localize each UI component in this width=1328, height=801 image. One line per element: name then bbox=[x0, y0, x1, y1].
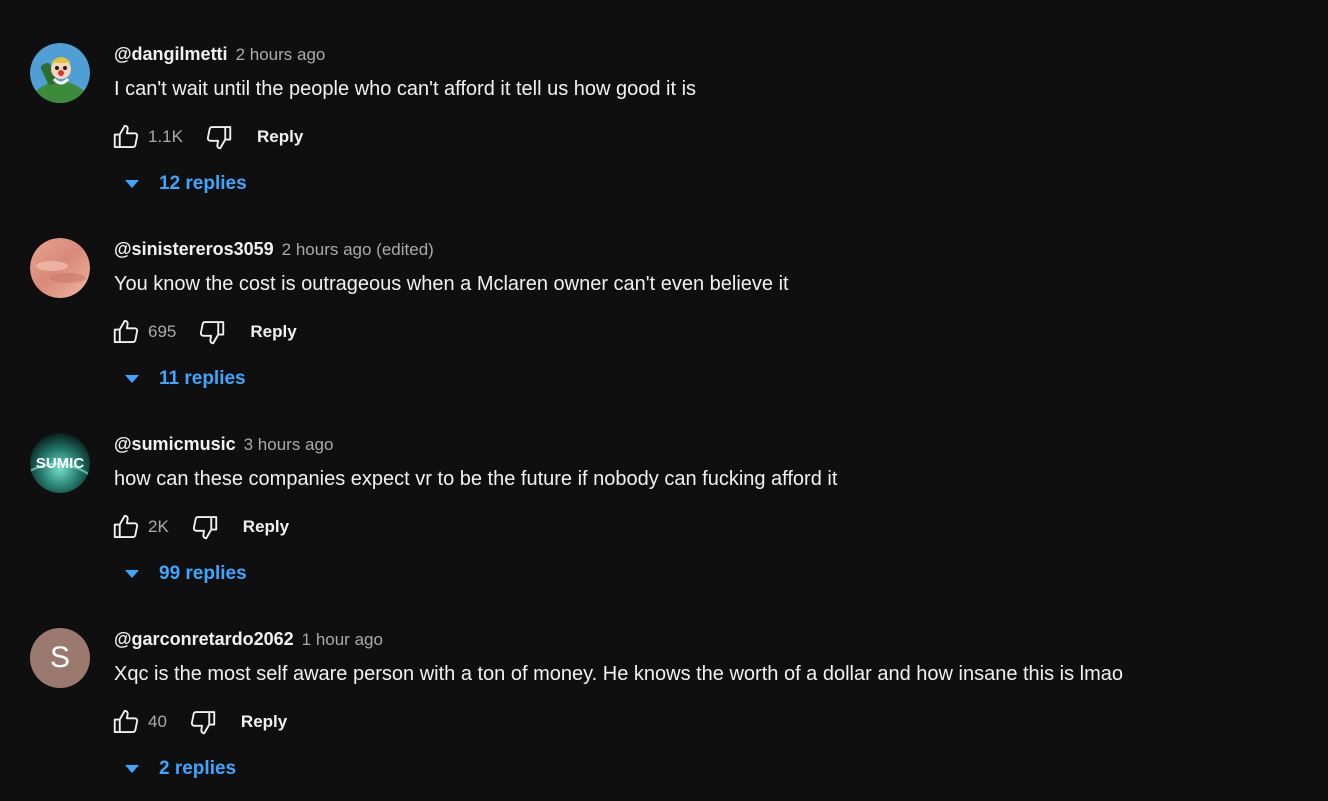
reply-button[interactable]: Reply bbox=[241, 712, 287, 732]
caret-down-icon bbox=[120, 562, 144, 586]
view-replies-button[interactable]: 12 replies bbox=[120, 172, 247, 196]
thumbs-down-icon bbox=[192, 516, 217, 540]
comment-actions: 1.1K Reply bbox=[110, 121, 303, 153]
thumbs-down-icon bbox=[190, 711, 216, 735]
caret-down-icon bbox=[120, 757, 144, 781]
comment-text: I can't wait until the people who can't … bbox=[114, 78, 697, 100]
comment-text: You know the cost is outrageous when a M… bbox=[114, 273, 789, 295]
replies-count-label: 2 replies bbox=[159, 758, 237, 779]
comment-thread: @dangilmetti 2 hours ago I can't wait un… bbox=[0, 0, 1328, 195]
avatar[interactable]: S bbox=[30, 628, 90, 688]
comment-timestamp[interactable]: 1 hour ago bbox=[302, 630, 383, 649]
avatar-letter: S bbox=[49, 641, 70, 674]
dislike-button[interactable] bbox=[187, 706, 219, 738]
comment-thread: SUMIC @sumicmusic 3 hours ago how can th… bbox=[0, 390, 1328, 585]
like-button[interactable] bbox=[110, 121, 142, 153]
comment-timestamp[interactable]: 2 hours ago bbox=[236, 45, 326, 64]
comment-actions: 2K Reply bbox=[110, 511, 289, 543]
comment-timestamp[interactable]: 2 hours ago (edited) bbox=[282, 240, 434, 259]
view-replies-button[interactable]: 99 replies bbox=[120, 562, 247, 586]
comment-text: how can these companies expect vr to be … bbox=[114, 468, 838, 490]
thumbs-down-icon bbox=[200, 321, 225, 345]
dislike-button[interactable] bbox=[189, 511, 221, 543]
comment-actions: 40 Reply bbox=[110, 706, 287, 738]
comment-author[interactable]: @sumicmusic bbox=[114, 434, 236, 454]
comment-header: @sumicmusic 3 hours ago bbox=[114, 434, 333, 455]
thumbs-down-icon bbox=[206, 126, 232, 150]
replies-count-label: 99 replies bbox=[159, 563, 247, 584]
thumbs-up-icon bbox=[113, 709, 139, 733]
comment-thread: @sinistereros3059 2 hours ago (edited) Y… bbox=[0, 195, 1328, 390]
cartoon-character-icon bbox=[30, 43, 90, 103]
comments-section: @dangilmetti 2 hours ago I can't wait un… bbox=[0, 0, 1328, 801]
comment-timestamp[interactable]: 3 hours ago bbox=[244, 435, 334, 454]
like-button[interactable] bbox=[110, 706, 142, 738]
comment-text: Xqc is the most self aware person with a… bbox=[114, 663, 1124, 685]
thumbs-up-icon bbox=[113, 319, 139, 343]
caret-down-icon bbox=[120, 172, 144, 196]
pink-sky-icon bbox=[30, 238, 90, 298]
comment-author[interactable]: @sinistereros3059 bbox=[114, 239, 274, 259]
dislike-button[interactable] bbox=[203, 121, 235, 153]
view-replies-button[interactable]: 2 replies bbox=[120, 757, 236, 781]
replies-count-label: 12 replies bbox=[159, 173, 247, 194]
dislike-button[interactable] bbox=[196, 316, 228, 348]
like-count: 1.1K bbox=[148, 127, 183, 146]
like-count: 2K bbox=[148, 517, 169, 536]
comment-header: @dangilmetti 2 hours ago bbox=[114, 44, 325, 65]
sumic-logo-icon: SUMIC bbox=[30, 433, 90, 493]
thumbs-up-icon bbox=[113, 124, 139, 148]
avatar[interactable] bbox=[30, 238, 90, 298]
avatar[interactable] bbox=[30, 43, 90, 103]
replies-count-label: 11 replies bbox=[159, 368, 246, 389]
view-replies-button[interactable]: 11 replies bbox=[120, 367, 246, 391]
thumbs-up-icon bbox=[113, 514, 139, 538]
sumic-logo-text: SUMIC bbox=[36, 455, 85, 472]
comment-header: @sinistereros3059 2 hours ago (edited) bbox=[114, 239, 434, 260]
comment-author[interactable]: @garconretardo2062 bbox=[114, 629, 294, 649]
caret-down-icon bbox=[120, 367, 144, 391]
reply-button[interactable]: Reply bbox=[257, 127, 303, 147]
comment-header: @garconretardo2062 1 hour ago bbox=[114, 629, 383, 650]
comment-author[interactable]: @dangilmetti bbox=[114, 44, 228, 64]
comment-thread: S @garconretardo2062 1 hour ago Xqc is t… bbox=[0, 585, 1328, 780]
avatar[interactable]: SUMIC bbox=[30, 433, 90, 493]
like-count: 40 bbox=[148, 712, 167, 731]
reply-button[interactable]: Reply bbox=[243, 517, 289, 537]
comment-actions: 695 Reply bbox=[110, 316, 297, 348]
like-button[interactable] bbox=[110, 316, 142, 348]
like-button[interactable] bbox=[110, 511, 142, 543]
like-count: 695 bbox=[148, 322, 177, 341]
reply-button[interactable]: Reply bbox=[250, 322, 296, 342]
